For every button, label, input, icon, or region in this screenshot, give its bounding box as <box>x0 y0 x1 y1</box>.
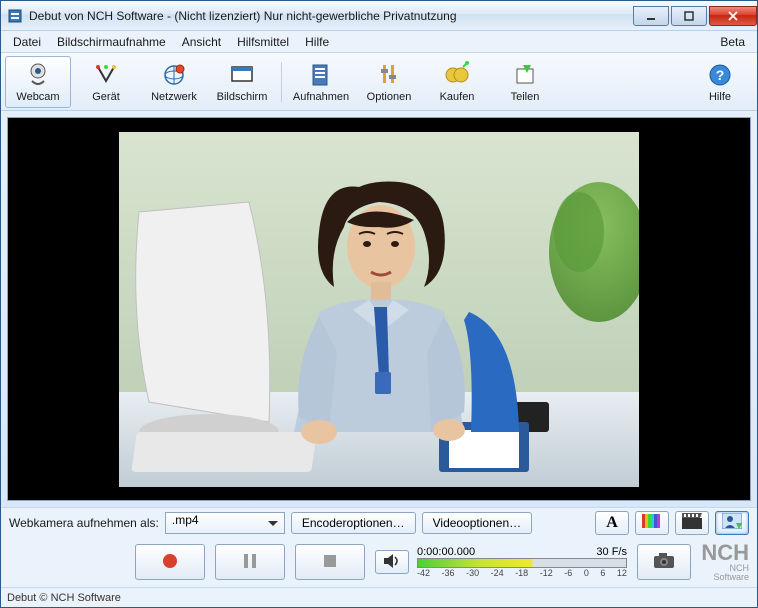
maximize-button[interactable] <box>671 6 707 26</box>
menu-hilfsmittel[interactable]: Hilfsmittel <box>229 32 297 52</box>
stop-button[interactable] <box>295 544 365 580</box>
screen-icon <box>228 61 256 89</box>
menu-hilfe[interactable]: Hilfe <box>297 32 337 52</box>
minimize-button[interactable] <box>633 6 669 26</box>
toolbar-netzwerk[interactable]: Netzwerk <box>141 56 207 108</box>
encoder-options-button[interactable]: Encoderoptionen… <box>291 512 416 534</box>
toolbar-kaufen-label: Kaufen <box>440 91 475 103</box>
status-text: Debut © NCH Software <box>7 592 121 604</box>
help-icon: ? <box>706 61 734 89</box>
toolbar-bildschirm-label: Bildschirm <box>217 91 268 103</box>
audio-meter: 0:00:00.000 30 F/s -42 -36 -30 -24 -18 -… <box>417 546 627 578</box>
options-row: Webkamera aufnehmen als: .mp4 Encoderopt… <box>1 507 757 537</box>
record-button[interactable] <box>135 544 205 580</box>
menu-bildschirmaufnahme[interactable]: Bildschirmaufnahme <box>49 32 174 52</box>
color-adjust-button[interactable] <box>635 511 669 535</box>
text-icon: A <box>606 514 618 532</box>
toolbar-teilen-label: Teilen <box>511 91 540 103</box>
nch-logo: NCH NCH Software <box>701 542 749 582</box>
color-bars-icon <box>642 514 662 531</box>
titlebar: Debut von NCH Software - (Nicht lizenzie… <box>1 1 757 31</box>
meter-ticks: -42 -36 -30 -24 -18 -12 -6 0 6 12 <box>417 568 627 578</box>
share-icon <box>511 61 539 89</box>
app-window: Debut von NCH Software - (Nicht lizenzie… <box>0 0 758 608</box>
app-icon <box>7 8 23 24</box>
clapper-icon <box>682 513 702 532</box>
format-selected-value: .mp4 <box>172 513 199 527</box>
close-button[interactable] <box>709 6 757 26</box>
audio-meter-box: 0:00:00.000 30 F/s -42 -36 -30 -24 -18 -… <box>375 546 627 578</box>
controls-row: 0:00:00.000 30 F/s -42 -36 -30 -24 -18 -… <box>1 537 757 587</box>
fps-value: 30 F/s <box>596 546 627 558</box>
toolbar-geraet-label: Gerät <box>92 91 120 103</box>
person-overlay-icon <box>722 513 742 532</box>
toolbar-geraet[interactable]: Gerät <box>73 56 139 108</box>
speaker-icon <box>383 554 401 571</box>
toolbar-webcam[interactable]: Webcam <box>5 56 71 108</box>
toolbar-optionen-label: Optionen <box>367 91 412 103</box>
effects-button[interactable] <box>675 511 709 535</box>
window-title: Debut von NCH Software - (Nicht lizenzie… <box>29 9 633 23</box>
pause-button[interactable] <box>215 544 285 580</box>
options-icon <box>375 61 403 89</box>
toolbar-teilen[interactable]: Teilen <box>492 56 558 108</box>
toolbar-aufnahmen-label: Aufnahmen <box>293 91 349 103</box>
preview-area <box>7 117 751 501</box>
toolbar-hilfe[interactable]: ? Hilfe <box>687 56 753 108</box>
buy-icon <box>443 61 471 89</box>
text-overlay-button[interactable]: A <box>595 511 629 535</box>
webcam-icon <box>24 61 52 89</box>
nch-logo-big: NCH <box>701 542 749 564</box>
toolbar-hilfe-label: Hilfe <box>709 91 731 103</box>
brand-box: NCH NCH Software <box>701 542 749 582</box>
menubar: Datei Bildschirmaufnahme Ansicht Hilfsmi… <box>1 31 757 53</box>
watermark-button[interactable] <box>715 511 749 535</box>
svg-text:?: ? <box>716 67 725 83</box>
toolbar: Webcam Gerät Netzwerk Bildschirm Aufnahm… <box>1 53 757 111</box>
statusbar: Debut © NCH Software <box>1 587 757 607</box>
audio-mute-button[interactable] <box>375 550 409 574</box>
device-icon <box>92 61 120 89</box>
recordings-icon <box>307 61 335 89</box>
menu-ansicht[interactable]: Ansicht <box>174 32 229 52</box>
toolbar-webcam-label: Webcam <box>16 91 59 103</box>
network-icon <box>160 61 188 89</box>
level-bar <box>417 558 627 568</box>
menu-datei[interactable]: Datei <box>5 32 49 52</box>
video-preview <box>119 132 639 487</box>
timestamp: 0:00:00.000 <box>417 546 475 558</box>
toolbar-aufnahmen[interactable]: Aufnahmen <box>288 56 354 108</box>
toolbar-netzwerk-label: Netzwerk <box>151 91 197 103</box>
menu-beta[interactable]: Beta <box>712 32 753 52</box>
camera-icon <box>653 553 675 572</box>
snapshot-button[interactable] <box>637 544 691 580</box>
record-icon <box>161 552 179 573</box>
toolbar-optionen[interactable]: Optionen <box>356 56 422 108</box>
toolbar-bildschirm[interactable]: Bildschirm <box>209 56 275 108</box>
nch-logo-small: NCH Software <box>701 564 749 582</box>
format-select[interactable]: .mp4 <box>165 512 285 534</box>
pause-icon <box>242 553 258 572</box>
record-as-label: Webkamera aufnehmen als: <box>9 516 159 530</box>
window-buttons <box>633 6 757 26</box>
video-options-button[interactable]: Videooptionen… <box>422 512 533 534</box>
toolbar-kaufen[interactable]: Kaufen <box>424 56 490 108</box>
stop-icon <box>323 554 337 571</box>
